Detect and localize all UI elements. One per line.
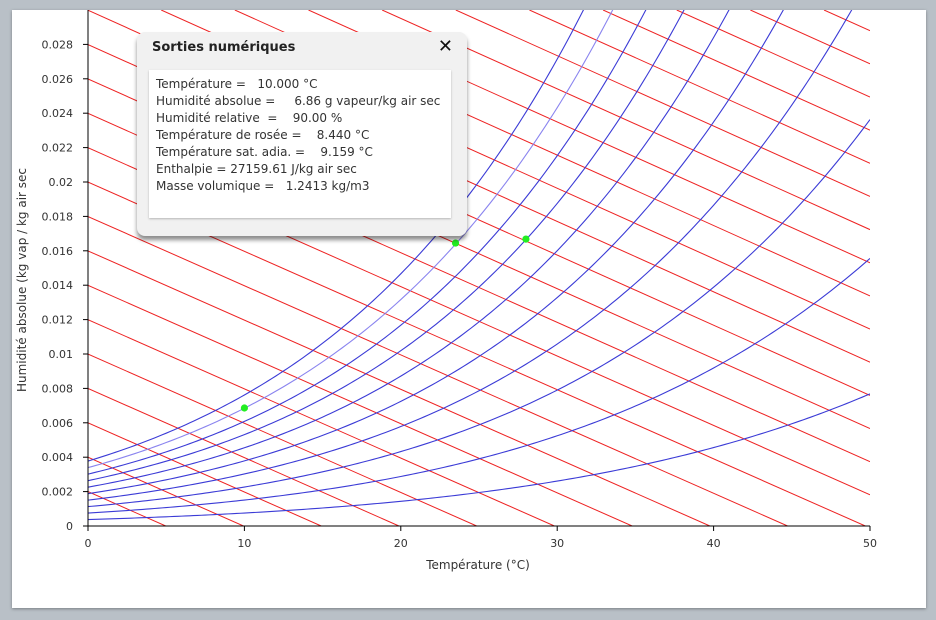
popup-body: Température = 10.000 °C Humidité absolue… — [149, 70, 451, 218]
enthalpy-line — [88, 284, 633, 526]
y-tick-label: 0.026 — [42, 73, 74, 86]
output-relative-humidity: Humidité relative = 90.00 % — [156, 111, 343, 125]
y-tick-label: 0.008 — [42, 382, 74, 395]
output-enthalpy: Enthalpie = 27159.61 J/kg air sec — [156, 162, 357, 176]
y-tick-label: 0.014 — [42, 279, 74, 292]
output-wet-bulb: Température sat. adia. = 9.159 °C — [156, 145, 373, 159]
enthalpy-line — [88, 250, 711, 526]
output-dew-point: Température de rosée = 8.440 °C — [156, 128, 370, 142]
y-tick-label: 0.02 — [49, 176, 74, 189]
y-tick-label: 0.018 — [42, 210, 74, 223]
y-tick-label: 0.016 — [42, 245, 74, 258]
x-tick-label: 50 — [863, 537, 877, 550]
numeric-output-popup[interactable]: Sorties numériques ✕ Température = 10.00… — [137, 32, 467, 236]
x-axis-label: Température (°C) — [425, 558, 530, 572]
y-tick-label: 0 — [66, 520, 73, 533]
chart-panel: 0 10 20 30 40 50 0 0.002 0.004 0.006 0.008 0.01 0.01… — [12, 10, 926, 608]
state-point[interactable] — [240, 404, 248, 412]
enthalpy-line — [455, 10, 870, 197]
y-tick-label: 0.028 — [42, 38, 74, 51]
y-tick-label: 0.012 — [42, 314, 74, 327]
output-density: Masse volumique = 1.2413 kg/m3 — [156, 179, 370, 193]
relative-humidity-curve — [88, 393, 870, 521]
x-tick-label: 20 — [394, 537, 408, 550]
enthalpy-line — [676, 10, 870, 98]
x-tick-label: 0 — [85, 537, 92, 550]
popup-title: Sorties numériques — [152, 40, 296, 55]
output-temperature: Température = 10.000 °C — [156, 77, 318, 91]
y-tick-label: 0.01 — [49, 348, 74, 361]
state-point[interactable] — [451, 239, 460, 247]
enthalpy-line — [823, 10, 870, 32]
enthalpy-line — [602, 10, 870, 131]
y-tick-label: 0.002 — [42, 486, 74, 499]
x-tick-label: 10 — [237, 537, 251, 550]
enthalpy-line — [529, 10, 870, 164]
y-tick-label: 0.022 — [42, 142, 74, 155]
y-tick-label: 0.024 — [42, 107, 74, 120]
close-icon[interactable]: ✕ — [438, 36, 453, 58]
y-axis-label: Humidité absolue (kg vap / kg air sec — [15, 168, 29, 392]
y-tick-label: 0.004 — [42, 451, 74, 464]
y-tick-label: 0.006 — [42, 417, 74, 430]
x-tick-label: 30 — [550, 537, 564, 550]
output-absolute-humidity: Humidité absolue = 6.86 g vapeur/kg air … — [156, 94, 441, 108]
state-point[interactable] — [522, 235, 530, 243]
x-tick-label: 40 — [707, 537, 721, 550]
